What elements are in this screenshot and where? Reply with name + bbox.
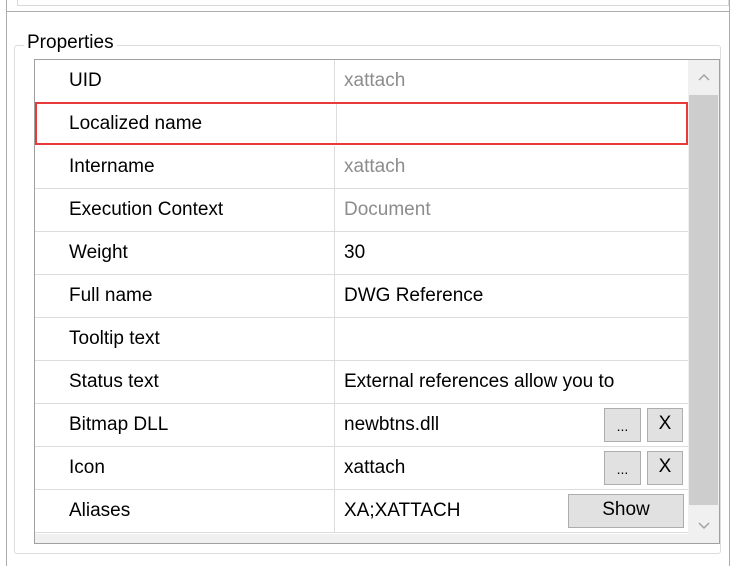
property-value-input[interactable]: XA;XATTACH: [344, 490, 564, 532]
property-value-input[interactable]: [344, 318, 688, 360]
property-row-intername[interactable]: Intername xattach: [35, 146, 688, 189]
vertical-scrollbar[interactable]: [688, 60, 719, 543]
properties-window: Properties UID xattach Localized name In…: [0, 0, 736, 566]
property-name: Status text: [35, 361, 335, 403]
property-name: Icon: [35, 447, 335, 489]
property-name: Localized name: [37, 104, 337, 143]
upper-panel-inner-edge: [17, 0, 729, 6]
panel-right-border: [729, 12, 730, 566]
property-name: Tooltip text: [35, 318, 335, 360]
property-value-input[interactable]: 30: [344, 232, 688, 274]
property-name: Weight: [35, 232, 335, 274]
scrollbar-thumb[interactable]: [689, 95, 718, 505]
grid-bottom-strip: [35, 534, 688, 543]
property-value-input[interactable]: DWG Reference: [344, 275, 688, 317]
property-name: Bitmap DLL: [35, 404, 335, 446]
browse-button[interactable]: ...: [604, 408, 641, 442]
clear-button[interactable]: X: [647, 408, 683, 442]
property-value: xattach: [344, 156, 406, 177]
chevron-down-icon[interactable]: [688, 509, 719, 543]
property-value-input[interactable]: External references allow you to: [344, 361, 688, 403]
property-name: UID: [35, 60, 335, 102]
property-row-bitmap-dll[interactable]: Bitmap DLL newbtns.dll ... X: [35, 404, 688, 447]
property-row-uid[interactable]: UID xattach: [35, 60, 688, 103]
property-row-aliases[interactable]: Aliases XA;XATTACH Show: [35, 490, 688, 533]
property-row-tooltip-text[interactable]: Tooltip text: [35, 318, 688, 361]
property-value: xattach: [344, 70, 406, 91]
chevron-up-icon[interactable]: [688, 60, 719, 94]
property-row-full-name[interactable]: Full name DWG Reference: [35, 275, 688, 318]
property-row-icon[interactable]: Icon xattach ... X: [35, 447, 688, 490]
property-row-weight[interactable]: Weight 30: [35, 232, 688, 275]
panel-left-border: [6, 12, 7, 566]
property-name: Execution Context: [35, 189, 335, 231]
clear-button[interactable]: X: [647, 451, 683, 485]
browse-button[interactable]: ...: [604, 451, 641, 485]
property-value-input[interactable]: newbtns.dll: [344, 404, 604, 446]
property-value-input[interactable]: xattach: [344, 447, 604, 489]
property-grid: UID xattach Localized name Intername xat…: [34, 59, 720, 544]
property-name: Full name: [35, 275, 335, 317]
show-aliases-button[interactable]: Show: [568, 494, 684, 528]
upper-panel-edge: [6, 0, 730, 12]
property-name: Intername: [35, 146, 335, 188]
properties-group-label: Properties: [24, 31, 117, 55]
property-row-status-text[interactable]: Status text External references allow yo…: [35, 361, 688, 404]
property-row-execution-context[interactable]: Execution Context Document: [35, 189, 688, 232]
property-value: Document: [344, 199, 431, 220]
property-row-localized-name[interactable]: Localized name: [35, 102, 688, 145]
property-value-input[interactable]: [344, 104, 688, 146]
property-name: Aliases: [35, 490, 335, 532]
